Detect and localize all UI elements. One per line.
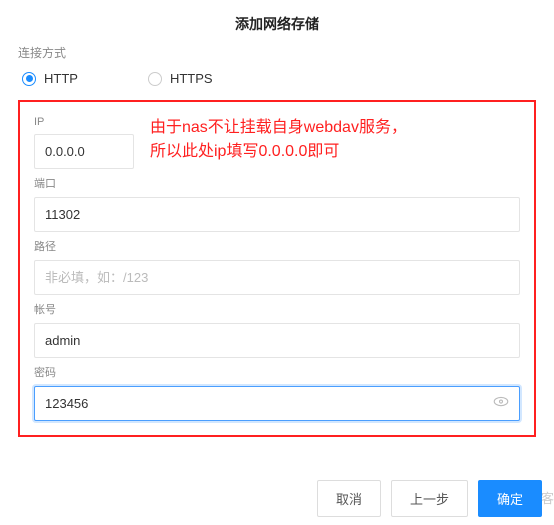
eye-icon[interactable]: [492, 392, 510, 415]
password-input[interactable]: [34, 386, 520, 421]
radio-icon: [22, 72, 36, 86]
radio-http[interactable]: HTTP: [22, 71, 78, 86]
ip-label: IP: [34, 116, 520, 128]
watermark: 客: [541, 488, 554, 507]
prev-button[interactable]: 上一步: [391, 480, 468, 517]
radio-https-label: HTTPS: [170, 71, 213, 86]
radio-http-label: HTTP: [44, 71, 78, 86]
form-highlight-box: 由于nas不让挂载自身webdav服务， 所以此处ip填写0.0.0.0即可 I…: [18, 100, 536, 437]
path-input[interactable]: [34, 260, 520, 295]
account-label: 帐号: [34, 301, 520, 317]
port-input[interactable]: [34, 197, 520, 232]
ip-input[interactable]: [34, 134, 134, 169]
account-input[interactable]: [34, 323, 520, 358]
port-label: 端口: [34, 175, 520, 191]
ok-button[interactable]: 确定: [478, 480, 542, 517]
cancel-button[interactable]: 取消: [317, 480, 381, 517]
radio-https[interactable]: HTTPS: [148, 71, 213, 86]
radio-icon: [148, 72, 162, 86]
path-label: 路径: [34, 238, 520, 254]
connection-radio-group: HTTP HTTPS: [18, 71, 536, 86]
connection-label: 连接方式: [18, 44, 536, 61]
dialog-footer: 取消 上一步 确定: [317, 480, 542, 517]
password-label: 密码: [34, 364, 520, 380]
dialog-title: 添加网络存储: [0, 0, 554, 44]
